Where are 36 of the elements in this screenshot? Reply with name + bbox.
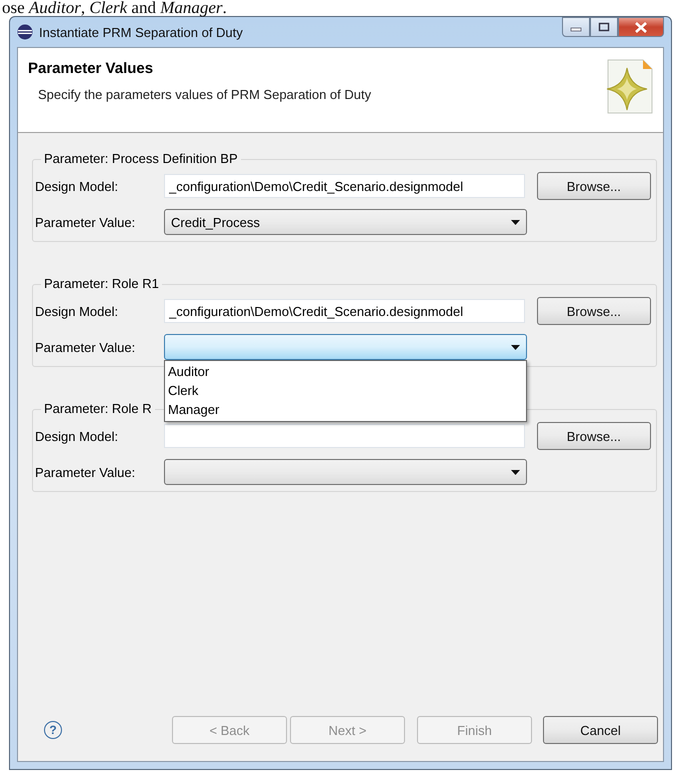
maximize-button[interactable] [590, 17, 618, 37]
design-model-field[interactable]: _configuration\Demo\Credit_Scenario.designmodel [164, 174, 525, 198]
dropdown-arrow-icon [511, 344, 520, 350]
design-model-field[interactable] [164, 424, 525, 448]
document-text: ose Auditor, Clerk and Manager. [1, 0, 228, 16]
parameter-value-dropdown[interactable] [164, 459, 527, 485]
page-description: Specify the parameters values of PRM Separation of Duty [38, 87, 372, 102]
sphere-icon [17, 24, 33, 40]
browse-button[interactable]: Browse... [536, 422, 651, 450]
field-label: Design Model: [35, 304, 120, 318]
dropdown-option[interactable]: Manager [165, 400, 526, 419]
field-label: Design Model: [35, 428, 120, 444]
field-label: Design Model: [35, 178, 120, 194]
field-label: Parameter Value: [35, 214, 136, 230]
window-title: Instantiate PRM Separation of Duty [39, 24, 243, 40]
close-icon [634, 22, 648, 32]
dropdown-arrow-icon [511, 470, 520, 474]
parameter-value-dropdown[interactable] [164, 334, 527, 360]
page-title: Parameter Values [28, 60, 154, 77]
dropdown-option[interactable]: Clerk [165, 381, 526, 400]
dropdown-option[interactable]: Auditor [165, 362, 526, 381]
group-legend: Parameter: Role R [41, 401, 155, 416]
browse-button[interactable]: Browse... [536, 297, 651, 325]
maximize-icon [598, 22, 610, 32]
help-button[interactable]: ? [44, 721, 62, 739]
parameter-value-dropdown[interactable]: Credit_Process [164, 209, 527, 235]
close-button[interactable] [618, 17, 664, 37]
dropdown-arrow-icon [511, 220, 520, 224]
group-legend: Parameter: Role R1 [41, 276, 162, 291]
browse-button[interactable]: Browse... [536, 172, 651, 200]
design-model-field[interactable]: _configuration\Demo\Credit_Scenario.designmodel [164, 299, 525, 323]
field-label: Parameter Value: [35, 340, 136, 354]
minimize-button[interactable] [562, 17, 590, 37]
group-legend: Parameter: Process Definition BP [41, 151, 241, 166]
field-label: Parameter Value: [35, 464, 136, 480]
wizard-button[interactable]: Cancel [543, 716, 658, 744]
